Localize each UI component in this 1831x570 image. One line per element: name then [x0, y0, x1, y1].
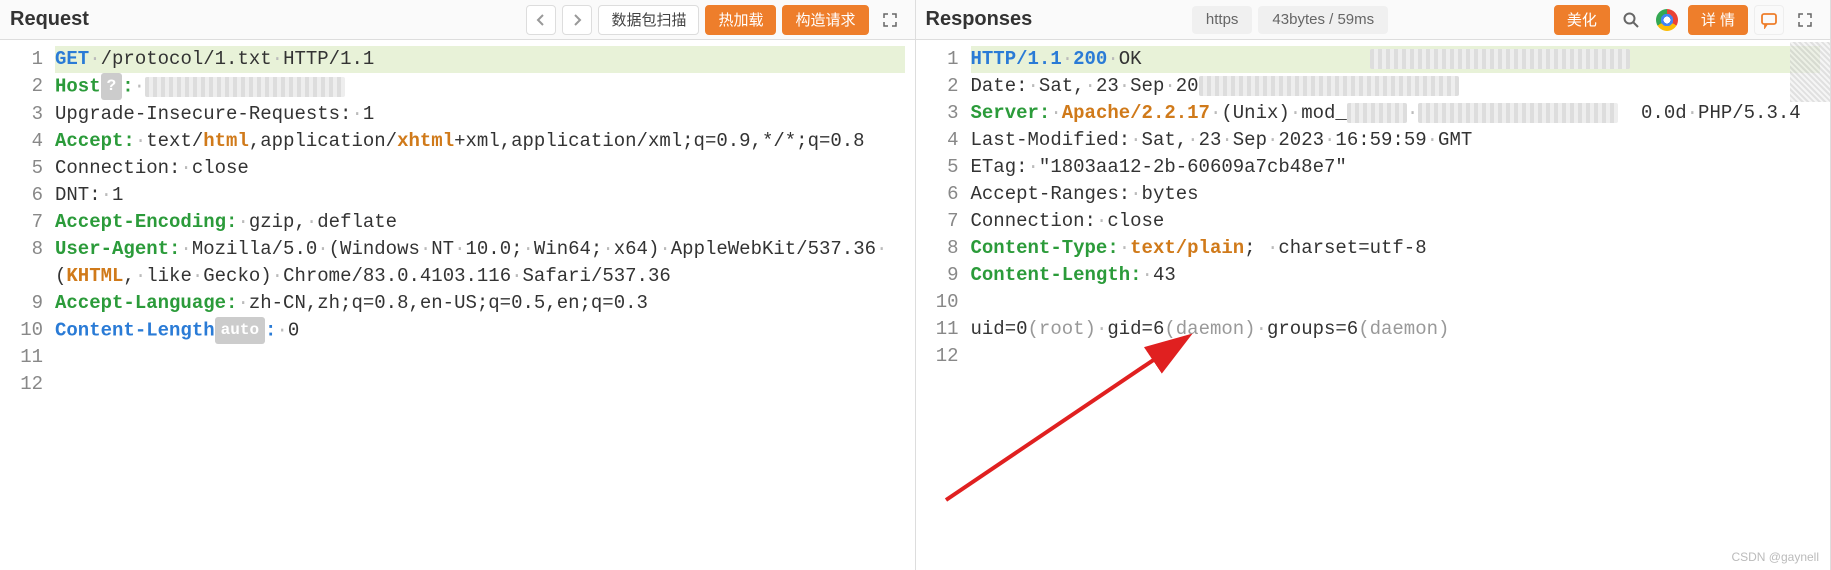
beautify-button[interactable]: 美化 [1554, 5, 1610, 35]
response-code[interactable]: HTTP/1.1·200·OK Date:·Sat,·23·Sep·20Serv… [971, 40, 1831, 570]
expand-icon [1797, 12, 1813, 28]
response-toolbar: Responses https 43bytes / 59ms 美化 详 情 [916, 0, 1831, 40]
response-title: Responses [926, 8, 1033, 31]
request-code[interactable]: GET·/protocol/1.txt·HTTP/1.1Host?:·Upgra… [55, 40, 915, 570]
request-toolbar: Request 数据包扫描 热加载 构造请求 [0, 0, 915, 40]
expand-icon [882, 12, 898, 28]
browser-button[interactable] [1652, 5, 1682, 35]
chrome-icon [1656, 9, 1678, 31]
search-icon [1622, 11, 1640, 29]
comment-button[interactable] [1754, 5, 1784, 35]
hotload-button[interactable]: 热加载 [705, 5, 776, 35]
qr-placeholder [1790, 42, 1830, 102]
scan-button[interactable]: 数据包扫描 [598, 5, 699, 35]
response-pane: Responses https 43bytes / 59ms 美化 详 情 12… [916, 0, 1831, 570]
response-gutter: 123456789101112 [916, 40, 971, 570]
prev-button[interactable] [526, 5, 556, 35]
response-editor[interactable]: 123456789101112 HTTP/1.1·200·OK Date:·Sa… [916, 40, 1831, 570]
app-root: Request 数据包扫描 热加载 构造请求 123456789101112 G… [0, 0, 1831, 570]
request-title: Request [10, 8, 89, 31]
expand-response-button[interactable] [1790, 5, 1820, 35]
comment-icon [1760, 11, 1778, 29]
timing-tag: 43bytes / 59ms [1258, 6, 1388, 34]
request-pane: Request 数据包扫描 热加载 构造请求 123456789101112 G… [0, 0, 916, 570]
build-request-button[interactable]: 构造请求 [782, 5, 868, 35]
next-button[interactable] [562, 5, 592, 35]
expand-button[interactable] [875, 5, 905, 35]
chevron-right-icon [571, 14, 583, 26]
watermark: CSDN @gaynell [1731, 550, 1819, 564]
chevron-left-icon [535, 14, 547, 26]
request-gutter: 123456789101112 [0, 40, 55, 570]
request-editor[interactable]: 123456789101112 GET·/protocol/1.txt·HTTP… [0, 40, 915, 570]
proto-tag: https [1192, 6, 1253, 34]
search-button[interactable] [1616, 5, 1646, 35]
details-button[interactable]: 详 情 [1688, 5, 1748, 35]
